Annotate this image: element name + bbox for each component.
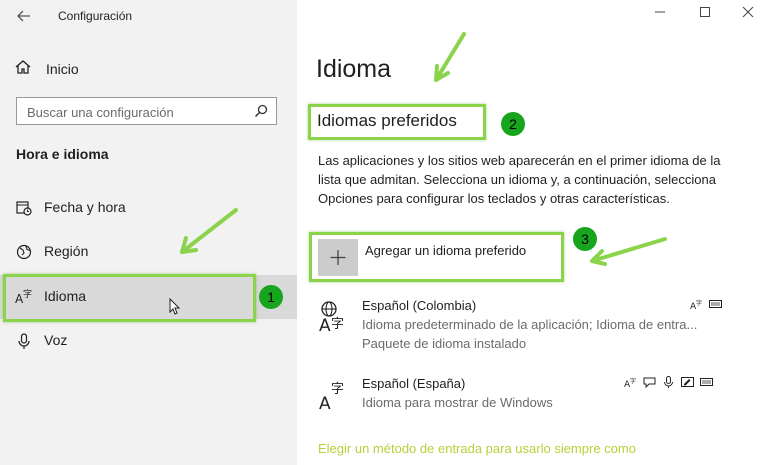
search-input[interactable] bbox=[25, 102, 249, 122]
search-box[interactable] bbox=[16, 97, 277, 125]
sidebar-item-region[interactable]: Región bbox=[0, 230, 297, 274]
globe-region-icon bbox=[15, 243, 33, 261]
language-detail: Idioma predeterminado de la aplicación; … bbox=[362, 317, 698, 332]
language-features: A字 bbox=[624, 376, 713, 388]
step-badge-2: 2 bbox=[501, 112, 525, 136]
svg-text:A: A bbox=[319, 316, 331, 334]
svg-text:字: 字 bbox=[630, 377, 636, 385]
input-method-link[interactable]: Elegir un método de entrada para usarlo … bbox=[318, 441, 636, 456]
microphone-icon bbox=[15, 332, 33, 350]
search-icon[interactable] bbox=[254, 104, 268, 118]
svg-text:A: A bbox=[319, 394, 331, 412]
language-name: Español (Colombia) bbox=[362, 298, 477, 313]
language-globe-glyph-icon: A 字 bbox=[318, 298, 354, 336]
language-item-es-co[interactable]: A 字 Español (Colombia) Idioma predetermi… bbox=[318, 298, 728, 354]
close-icon[interactable] bbox=[738, 6, 758, 21]
display-language-icon: A字 bbox=[624, 377, 636, 388]
calendar-clock-icon bbox=[15, 199, 33, 217]
sidebar: Configuración Inicio Hora e idioma Fecha… bbox=[0, 0, 297, 465]
home-icon bbox=[14, 58, 32, 81]
back-arrow-icon[interactable] bbox=[15, 7, 33, 25]
window-title: Configuración bbox=[58, 9, 133, 23]
highlight-box-idioma bbox=[3, 274, 256, 322]
maximize-icon[interactable] bbox=[695, 6, 715, 21]
display-language-icon: A字 bbox=[690, 299, 702, 310]
highlight-box-heading bbox=[308, 104, 486, 140]
svg-text:字: 字 bbox=[696, 299, 702, 307]
highlight-box-add bbox=[309, 232, 564, 282]
language-name: Español (España) bbox=[362, 376, 466, 391]
sidebar-item-fecha-y-hora[interactable]: Fecha y hora bbox=[0, 186, 297, 230]
svg-text:字: 字 bbox=[331, 382, 344, 397]
step-badge-1: 1 bbox=[259, 285, 283, 309]
language-features: A字 bbox=[690, 298, 722, 310]
language-detail: Idioma para mostrar de Windows bbox=[362, 395, 553, 410]
sidebar-item-voz[interactable]: Voz bbox=[0, 319, 297, 363]
language-item-es-es[interactable]: A 字 Español (España) Idioma para mostrar… bbox=[318, 376, 728, 416]
keyboard-icon bbox=[709, 300, 722, 308]
speech-bubble-icon bbox=[643, 377, 656, 388]
page-title: Idioma bbox=[316, 55, 392, 83]
sidebar-item-label: Región bbox=[44, 243, 89, 259]
sidebar-item-label: Voz bbox=[44, 332, 68, 348]
step-badge-3: 3 bbox=[573, 227, 597, 251]
description-text: Las aplicaciones y los sitios web aparec… bbox=[318, 153, 721, 206]
language-glyph-icon: A 字 bbox=[318, 376, 354, 414]
sidebar-item-label: Fecha y hora bbox=[44, 199, 126, 215]
home-link[interactable]: Inicio bbox=[14, 58, 79, 80]
keyboard-icon bbox=[700, 378, 713, 386]
section-heading: Hora e idioma bbox=[16, 146, 109, 162]
minimize-icon[interactable] bbox=[650, 6, 670, 21]
handwriting-icon bbox=[681, 377, 694, 387]
home-label: Inicio bbox=[46, 61, 79, 77]
microphone-icon bbox=[664, 376, 673, 388]
language-detail: Paquete de idioma instalado bbox=[362, 336, 527, 351]
svg-text:字: 字 bbox=[331, 317, 344, 332]
